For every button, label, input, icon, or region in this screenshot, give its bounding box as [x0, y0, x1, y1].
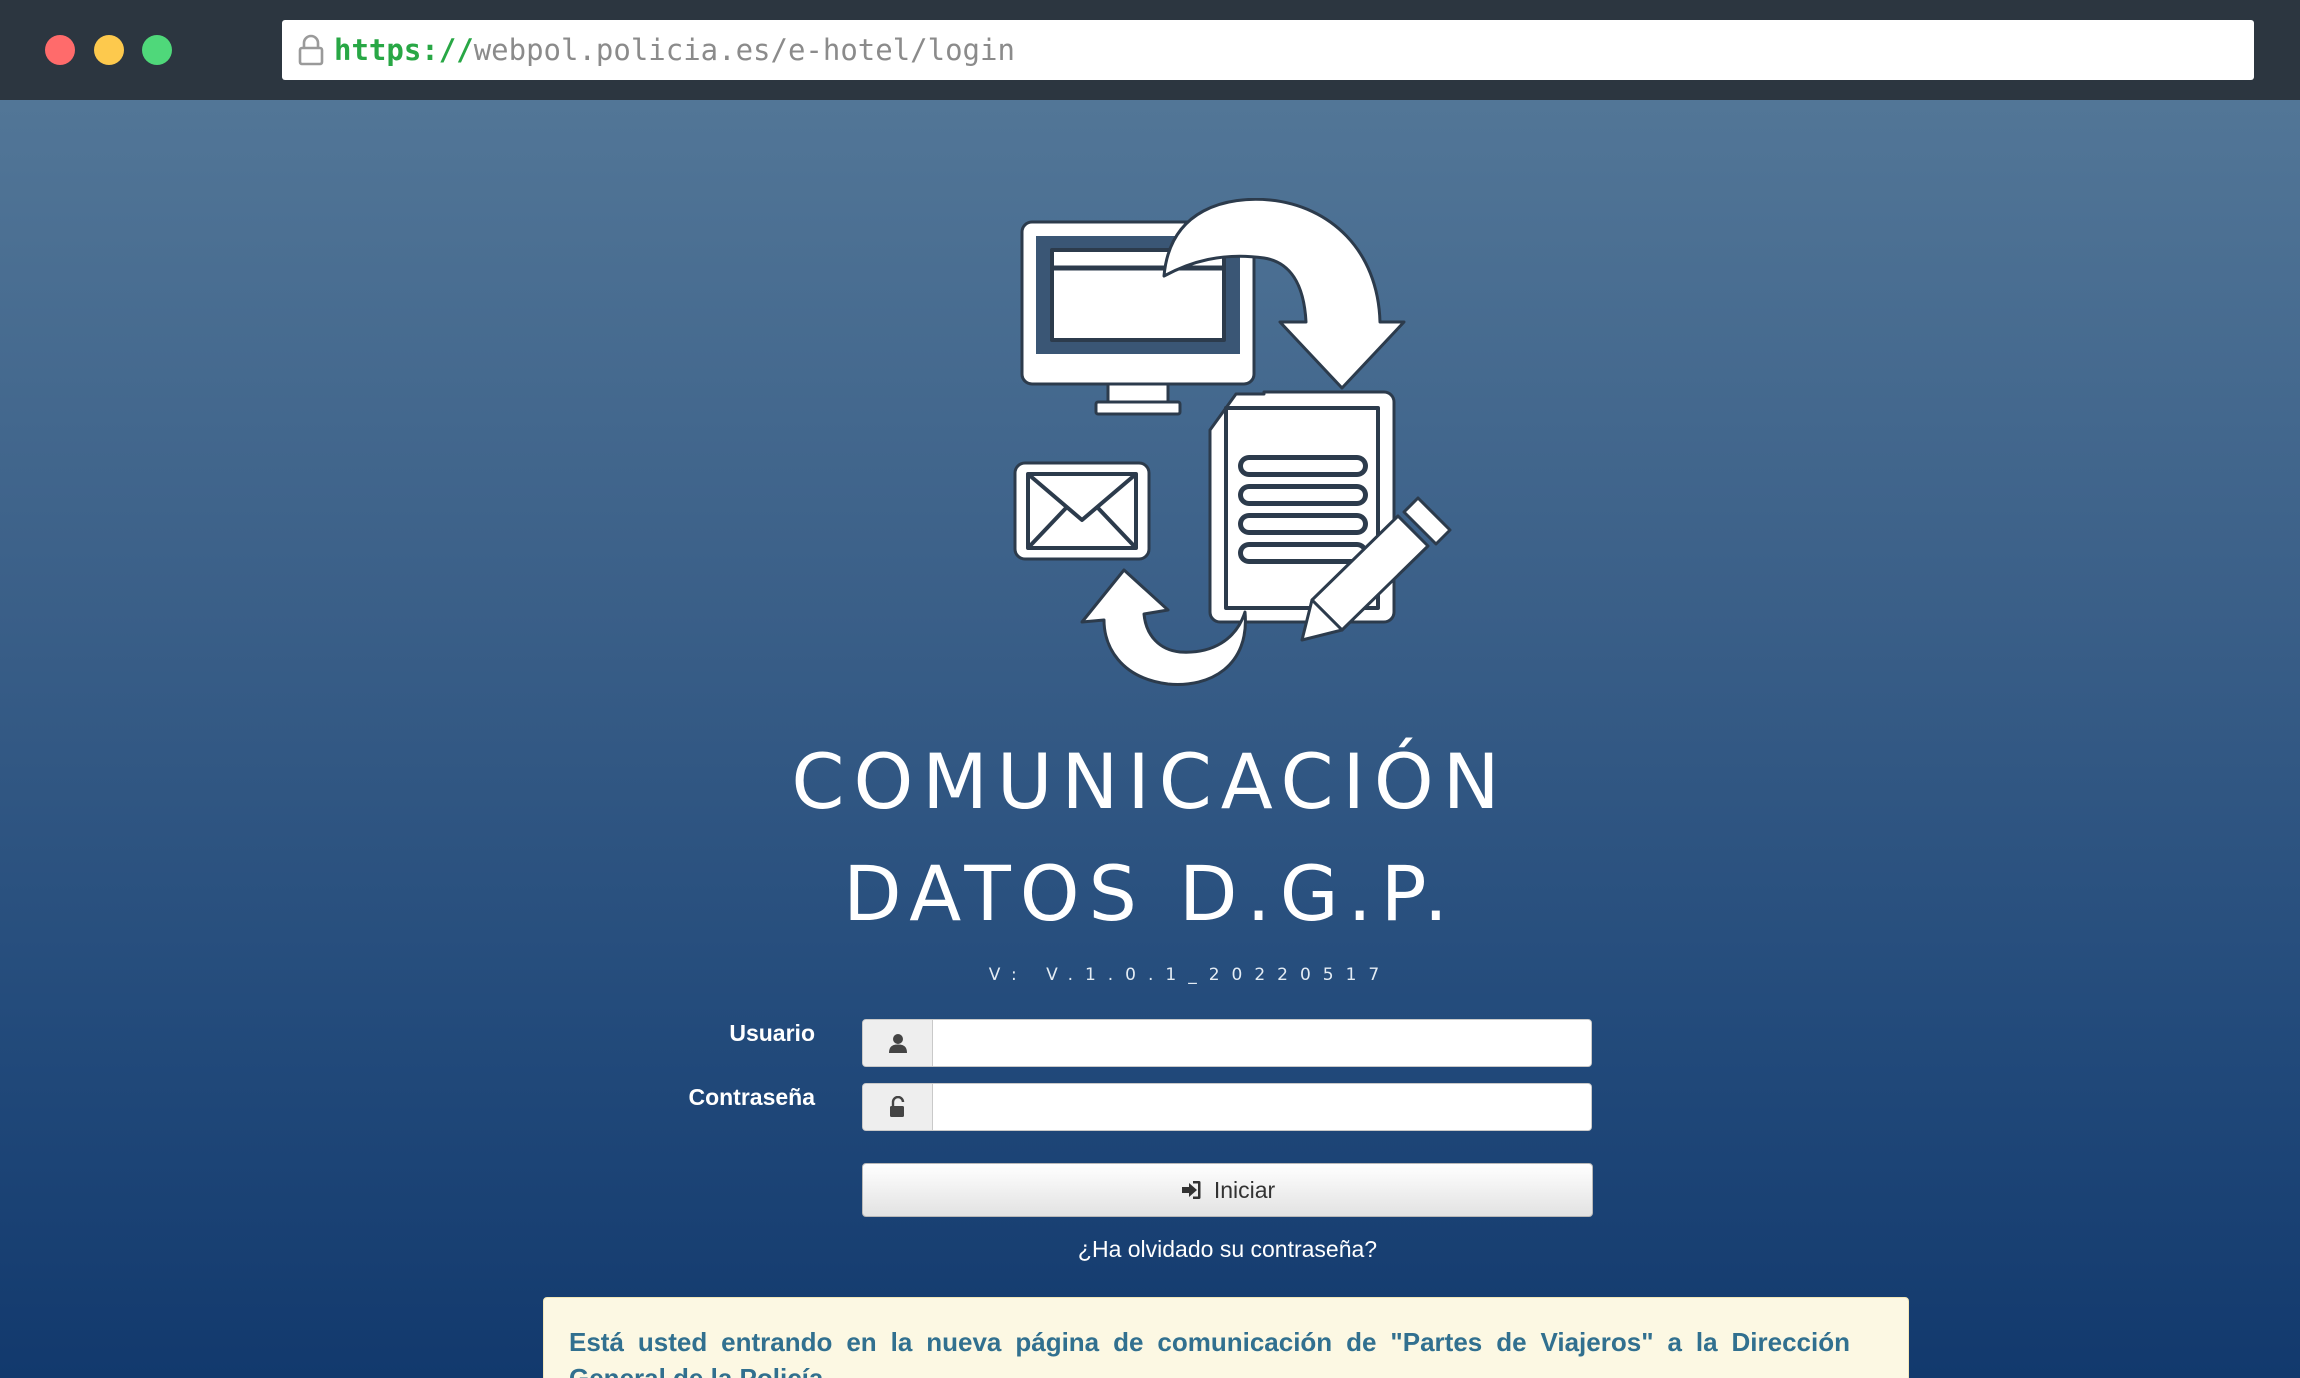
- user-icon: [888, 1034, 907, 1053]
- address-bar[interactable]: https://webpol.policia.es/e-hotel/login: [282, 20, 2254, 80]
- login-page: COMUNICACIÓN DATOS D.G.P. V: V.1.0.1_202…: [0, 100, 2300, 1378]
- password-input[interactable]: [933, 1084, 1591, 1130]
- password-addon: [863, 1084, 933, 1130]
- minimize-window-button[interactable]: [94, 35, 124, 65]
- login-button-label: Iniciar: [1213, 1176, 1276, 1203]
- lock-icon: [298, 34, 324, 66]
- communication-logo: [1013, 198, 1452, 686]
- version-text: V: V.1.0.1_20220517: [988, 965, 1392, 985]
- close-window-button[interactable]: [45, 35, 75, 65]
- info-notice: Está usted entrando en la nueva página d…: [543, 1297, 1909, 1378]
- unlock-icon: [889, 1096, 904, 1117]
- maximize-window-button[interactable]: [142, 35, 172, 65]
- notice-text: Está usted entrando en la nueva página d…: [569, 1327, 1850, 1378]
- username-input[interactable]: [933, 1020, 1591, 1066]
- app-title-line2: DATOS D.G.P.: [843, 849, 1457, 938]
- forgot-password-link[interactable]: ¿Ha olvidado su contraseña?: [1078, 1236, 1377, 1262]
- url-protocol: https://: [334, 33, 474, 67]
- password-input-group: [862, 1083, 1592, 1131]
- password-label: Contraseña: [688, 1084, 815, 1110]
- login-button[interactable]: Iniciar: [862, 1163, 1593, 1217]
- user-addon: [863, 1020, 933, 1066]
- sign-in-icon: [1181, 1181, 1201, 1199]
- app-title-line1: COMUNICACIÓN: [791, 737, 1509, 826]
- user-label: Usuario: [729, 1020, 815, 1046]
- url-text[interactable]: https://webpol.policia.es/e-hotel/login: [334, 33, 1015, 67]
- url-path: webpol.policia.es/e-hotel/login: [473, 33, 1015, 67]
- user-input-group: [862, 1019, 1592, 1067]
- forgot-password-row: ¿Ha olvidado su contraseña?: [0, 1230, 2300, 1268]
- browser-chrome: https://webpol.policia.es/e-hotel/login: [0, 0, 2300, 100]
